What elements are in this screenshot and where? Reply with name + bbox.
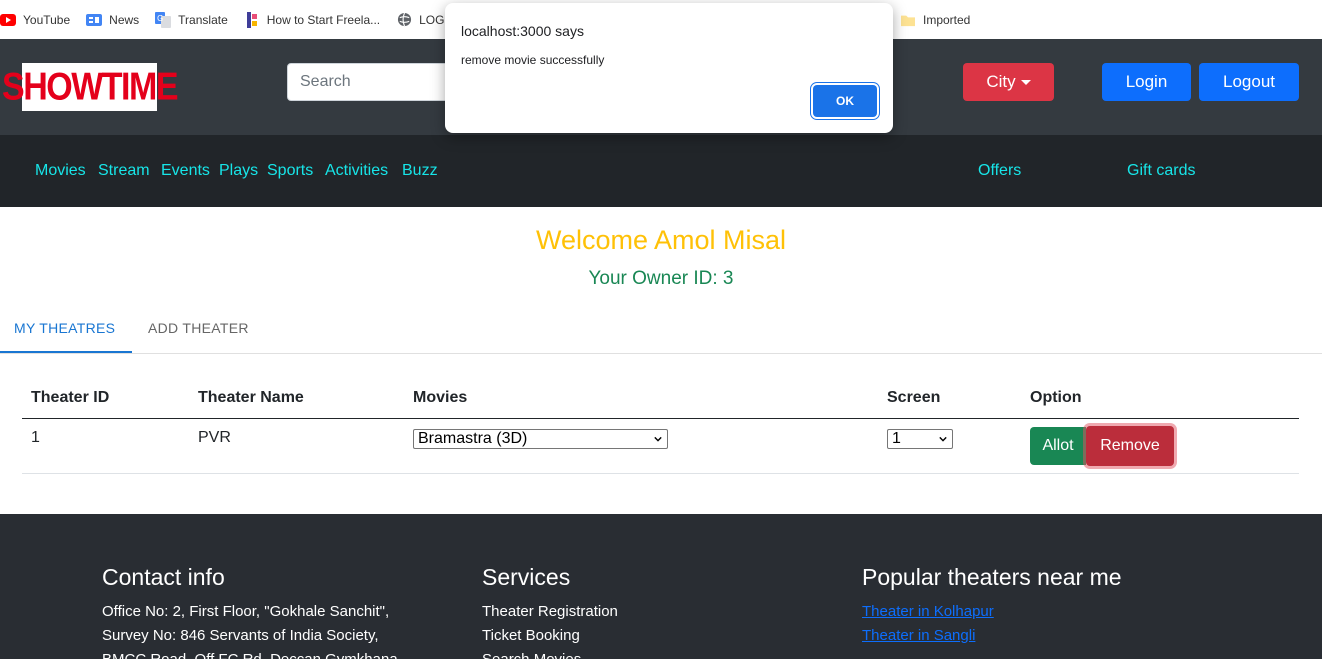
globe-icon (396, 12, 412, 28)
dialog-message: remove movie successfully (461, 53, 605, 67)
youtube-icon (0, 12, 16, 28)
remove-button[interactable]: Remove (1086, 426, 1174, 466)
svg-text:G: G (157, 14, 163, 23)
footer-services: Services Theater Registration Ticket Boo… (482, 564, 618, 659)
bookmark-label: Imported (923, 12, 971, 27)
service-item[interactable]: Theater Registration (482, 600, 618, 624)
remove-label: Remove (1100, 437, 1160, 454)
cell-theater-id: 1 (31, 429, 40, 446)
tab-my-theatres[interactable]: MY THEATRES (14, 320, 115, 336)
logout-button[interactable]: Logout (1199, 63, 1299, 101)
contact-line: Office No: 2, First Floor, "Gokhale Sanc… (102, 603, 390, 620)
welcome-heading: Welcome Amol Misal (535, 225, 787, 255)
city-label: City (986, 72, 1016, 91)
active-tab-indicator (0, 351, 132, 353)
logout-label: Logout (1223, 72, 1275, 91)
theater-tabs: MY THEATRES ADD THEATER (0, 308, 1322, 354)
nav-activities[interactable]: Activities (325, 162, 388, 180)
bookmark-label: Translate (178, 12, 228, 27)
owner-id-text: Your Owner ID: 3 (588, 268, 734, 289)
bookmark-translate[interactable]: G Translate (155, 11, 228, 28)
bookmark-youtube[interactable]: YouTube (0, 12, 70, 28)
login-label: Login (1125, 72, 1168, 91)
showtime-logo[interactable]: SHOWTIME (2, 63, 178, 111)
category-nav: Movies Stream Events Plays Sports Activi… (0, 135, 1322, 207)
folder-icon (900, 12, 916, 28)
popular-link[interactable]: Theater in Sangli (862, 624, 1122, 648)
bookmark-freelance[interactable]: How to Start Freela... (244, 11, 381, 28)
bookmark-imported[interactable]: Imported (900, 12, 970, 28)
nav-buzz[interactable]: Buzz (402, 162, 438, 180)
ok-button[interactable]: OK (813, 85, 877, 117)
bookmark-label: How to Start Freela... (266, 12, 381, 27)
allot-button[interactable]: Allot (1030, 427, 1086, 465)
header-option: Option (1030, 389, 1082, 406)
google-news-icon (86, 12, 103, 28)
bookmark-news[interactable]: News (86, 12, 139, 28)
contact-line: BMCC Road, Off FC Rd, Deccan Gymkhana (102, 648, 398, 659)
site-footer: Contact info Office No: 2, First Floor, … (0, 514, 1322, 659)
alert-dialog: localhost:3000 says remove movie success… (445, 3, 893, 133)
nav-stream[interactable]: Stream (98, 162, 150, 180)
services-title: Services (482, 564, 571, 590)
nav-events[interactable]: Events (161, 162, 210, 180)
chevron-down-icon (939, 436, 947, 442)
nav-gift-cards[interactable]: Gift cards (1127, 162, 1195, 180)
city-dropdown-button[interactable]: City (963, 63, 1054, 101)
chevron-down-icon (654, 436, 662, 442)
contact-line: Survey No: 846 Servants of India Society… (102, 627, 379, 644)
popular-link[interactable]: Theater in Kolhapur (862, 600, 1122, 624)
service-item[interactable]: Ticket Booking (482, 624, 618, 648)
header-theater-name: Theater Name (198, 389, 304, 406)
service-item[interactable]: Search Movies (482, 648, 618, 659)
bookmark-logi[interactable]: LOGI (396, 12, 448, 28)
caret-down-icon (1020, 79, 1031, 85)
footer-popular: Popular theaters near me Theater in Kolh… (862, 564, 1122, 648)
nav-movies[interactable]: Movies (35, 162, 86, 180)
table-header: Theater ID Theater Name Movies Screen Op… (22, 380, 1299, 419)
header-theater-id: Theater ID (31, 389, 110, 406)
popular-title: Popular theaters near me (862, 564, 1122, 590)
logo-text: SHOWTIME (2, 64, 178, 109)
header-screen: Screen (887, 389, 941, 406)
search-placeholder: Search (300, 73, 351, 90)
theaters-table: Theater ID Theater Name Movies Screen Op… (22, 380, 1299, 474)
login-button[interactable]: Login (1102, 63, 1191, 101)
bookmark-label: YouTube (23, 12, 71, 27)
tab-add-theater[interactable]: ADD THEATER (148, 320, 249, 336)
bookmark-label: News (109, 12, 140, 27)
screen-select[interactable]: 1 (887, 429, 953, 449)
nav-plays[interactable]: Plays (219, 162, 258, 180)
header-movies: Movies (413, 389, 468, 406)
google-translate-icon: G (155, 11, 172, 28)
movie-selected-value: Bramastra (3D) (418, 430, 528, 447)
movie-select[interactable]: Bramastra (3D) (413, 429, 668, 449)
nav-offers[interactable]: Offers (978, 162, 1021, 180)
bookmark-label: LOGI (419, 12, 448, 27)
footer-contact: Contact info Office No: 2, First Floor, … (102, 564, 398, 659)
ok-label: OK (836, 94, 854, 108)
contact-title: Contact info (102, 564, 225, 590)
dialog-title: localhost:3000 says (461, 23, 584, 39)
screen-selected-value: 1 (892, 430, 901, 447)
freelance-icon (244, 11, 260, 28)
nav-sports[interactable]: Sports (267, 162, 313, 180)
cell-theater-name: PVR (198, 429, 231, 446)
allot-label: Allot (1042, 437, 1074, 454)
